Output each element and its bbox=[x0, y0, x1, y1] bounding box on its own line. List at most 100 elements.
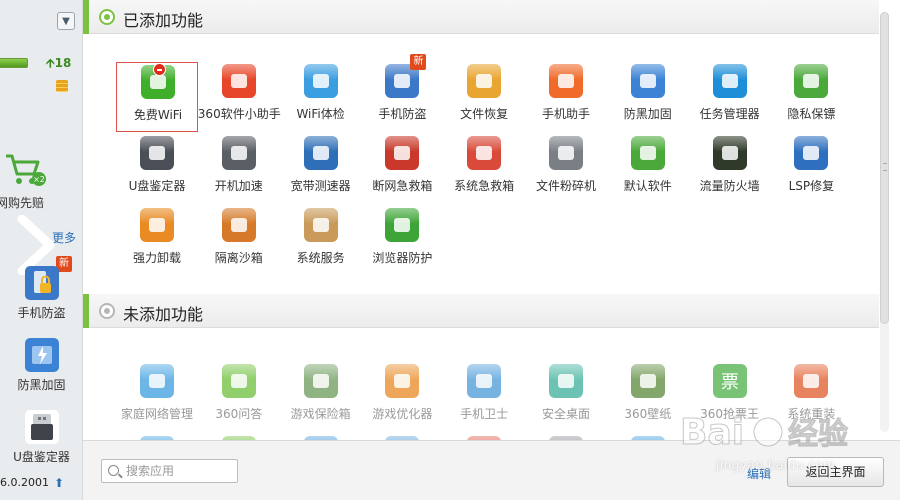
speedometer-icon bbox=[303, 136, 338, 170]
shopping-label[interactable]: 网购先赔 bbox=[0, 194, 44, 211]
tool-tile[interactable]: 360软件小助手 bbox=[197, 62, 281, 132]
tool-tile[interactable]: 游戏优化器 bbox=[361, 362, 443, 432]
remove-icon[interactable] bbox=[153, 63, 166, 76]
safe-desktop-icon bbox=[549, 364, 583, 398]
tool-tile[interactable]: 断网急救箱 bbox=[361, 134, 443, 204]
added-section-header: 已添加功能 bbox=[83, 0, 879, 34]
version-text: 6.0.2001 bbox=[0, 476, 49, 489]
system-service-icon bbox=[303, 208, 338, 242]
tool-tile[interactable]: 文件恢复 bbox=[443, 62, 525, 132]
tool-tile[interactable]: 强力卸载 bbox=[116, 206, 198, 276]
tool-tile[interactable]: 宽带测速器 bbox=[280, 134, 362, 204]
usb-drive-icon bbox=[24, 410, 59, 444]
tool-tile[interactable]: WiFi体检 bbox=[280, 62, 362, 132]
tool-tile[interactable]: U盘鉴定器 bbox=[116, 134, 198, 204]
tool-label: 游戏保险箱 bbox=[290, 407, 351, 421]
shield-lightning-icon bbox=[24, 338, 59, 372]
tool-tile[interactable]: 手机助手 bbox=[525, 62, 607, 132]
wifi-shield-icon bbox=[303, 64, 338, 98]
tool-tile[interactable]: 游戏保险箱 bbox=[280, 362, 362, 432]
tool-label: 手机助手 bbox=[541, 107, 590, 121]
system-reinstall-icon bbox=[794, 364, 829, 398]
task-manager-icon bbox=[712, 64, 747, 98]
points-value: 18 bbox=[54, 56, 72, 70]
tool-tile[interactable]: 360问答 bbox=[198, 362, 280, 432]
colorful-blocks-icon bbox=[221, 64, 256, 98]
tool-tile[interactable]: 开机加速 bbox=[198, 134, 280, 204]
tool-tile[interactable]: 新手机防盗 bbox=[361, 54, 443, 132]
sidebar-item-usb-checker[interactable]: U盘鉴定器 bbox=[0, 410, 82, 465]
tool-tile[interactable]: 任务管理器 bbox=[689, 62, 771, 132]
tool-tile[interactable]: LSP修复 bbox=[770, 134, 852, 204]
tool-label: 系统服务 bbox=[296, 251, 345, 265]
chevron-down-icon: ▼ bbox=[62, 15, 70, 27]
tool-label: 隐私保镖 bbox=[787, 107, 836, 121]
collapse-button[interactable]: ▼ bbox=[57, 12, 75, 30]
tool-tile[interactable]: 家庭网络管理 bbox=[116, 362, 198, 432]
added-section-title: 已添加功能 bbox=[123, 11, 204, 30]
home-network-icon bbox=[140, 364, 174, 398]
sidebar-item-phone-antitheft[interactable]: 手机防盗 bbox=[0, 266, 82, 321]
tool-label: 家庭网络管理 bbox=[120, 407, 193, 421]
sidebar: ▼ 🡩18 ×2 网购先赔 更多 新 手机防盗 防黑加固 U盘鉴定器 6.0.2… bbox=[0, 0, 83, 500]
section-radio-icon bbox=[99, 303, 115, 319]
search-input[interactable] bbox=[126, 462, 234, 480]
tool-tile[interactable]: 浏览器防护 bbox=[361, 206, 443, 276]
sidebar-item-label: 防黑加固 bbox=[17, 378, 66, 392]
watermark-url: jingyan.baidu.com bbox=[716, 458, 836, 472]
default-software-icon bbox=[630, 136, 665, 170]
tool-label: 系统急救箱 bbox=[454, 179, 515, 193]
shredder-icon bbox=[549, 136, 583, 170]
tool-tile[interactable]: 流量防火墙 bbox=[689, 134, 771, 204]
lsp-repair-icon bbox=[794, 136, 829, 170]
tool-tile[interactable]: 系统急救箱 bbox=[443, 134, 525, 204]
tool-tile[interactable]: 系统服务 bbox=[280, 206, 362, 276]
baidu-watermark: Bai 经验 jingyan.baidu.com bbox=[676, 402, 856, 480]
tool-tile[interactable]: 文件粉碎机 bbox=[525, 134, 607, 204]
game-safe-icon bbox=[303, 364, 338, 398]
coins-icon bbox=[56, 80, 68, 92]
privacy-guard-icon bbox=[794, 64, 829, 98]
tool-tile[interactable]: 免费WiFi bbox=[116, 62, 198, 132]
search-box[interactable] bbox=[101, 459, 238, 483]
tool-tile[interactable]: 默认软件 bbox=[607, 134, 689, 204]
mobile-guard-icon bbox=[467, 364, 502, 398]
tool-label: 隔离沙箱 bbox=[214, 251, 263, 265]
tool-tile[interactable]: 隔离沙箱 bbox=[198, 206, 280, 276]
tool-label: 手机卫士 bbox=[460, 407, 509, 421]
browser-protect-icon bbox=[385, 208, 420, 242]
sidebar-item-label: U盘鉴定器 bbox=[13, 450, 70, 464]
shopping-cart-icon[interactable]: ×2 bbox=[4, 152, 46, 190]
tool-label: 安全桌面 bbox=[541, 407, 590, 421]
tool-tile[interactable]: 隐私保镖 bbox=[770, 62, 852, 132]
traffic-firewall-icon bbox=[712, 136, 747, 170]
main-panel: 已添加功能 免费WiFi 360软件小助手 WiFi体检新手机防盗文件恢复 手机助手 防… bbox=[83, 0, 900, 440]
scrollbar-thumb[interactable] bbox=[880, 12, 889, 324]
svg-text:经验: 经验 bbox=[788, 417, 848, 452]
tool-tile[interactable]: 防黑加固 bbox=[607, 62, 689, 132]
wallpaper-icon bbox=[630, 364, 665, 398]
network-firstaid-icon bbox=[385, 136, 420, 170]
search-icon bbox=[108, 465, 119, 476]
force-uninstall-icon bbox=[140, 208, 174, 242]
tool-label: 360软件小助手 bbox=[197, 107, 281, 121]
tool-label: 文件恢复 bbox=[460, 107, 509, 121]
tool-label: 流量防火墙 bbox=[699, 179, 760, 193]
tool-label: 浏览器防护 bbox=[372, 251, 433, 265]
sidebar-item-hack-defense[interactable]: 防黑加固 bbox=[0, 338, 82, 393]
tool-label: 开机加速 bbox=[214, 179, 263, 193]
system-firstaid-icon bbox=[467, 136, 502, 170]
level-progress-bar bbox=[0, 58, 28, 68]
tool-label: 文件粉碎机 bbox=[535, 179, 596, 193]
tool-label: 宽带测速器 bbox=[290, 179, 351, 193]
tool-tile[interactable]: 手机卫士 bbox=[443, 362, 525, 432]
tool-tile[interactable]: 安全桌面 bbox=[525, 362, 607, 432]
section-accent-bar bbox=[83, 294, 89, 328]
usb-drive-icon bbox=[140, 136, 174, 170]
folder-restore-icon bbox=[467, 64, 502, 98]
tool-label: 免费WiFi bbox=[133, 108, 183, 122]
vertical-scrollbar[interactable] bbox=[880, 12, 889, 432]
scrollbar-grip-icon bbox=[883, 163, 887, 171]
points-indicator: 🡩18 bbox=[46, 54, 71, 75]
upgrade-arrow-icon[interactable]: ⬆ bbox=[54, 476, 64, 490]
